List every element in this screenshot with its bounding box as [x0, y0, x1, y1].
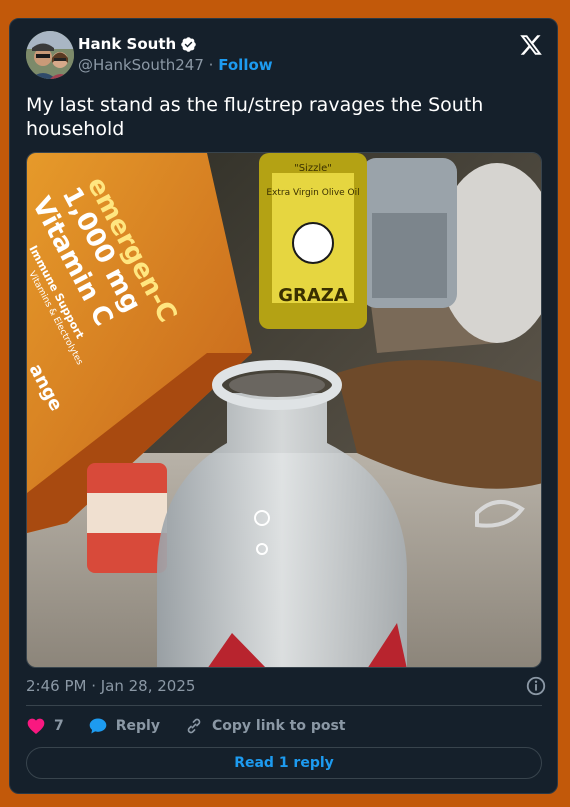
like-button[interactable]: 7	[26, 716, 64, 736]
oil-bottle-brand-text: GRAZA	[278, 285, 348, 306]
tweet-timestamp[interactable]: 2:46 PM · Jan 28, 2025	[26, 677, 195, 695]
link-icon	[187, 718, 201, 734]
like-count: 7	[54, 718, 64, 734]
read-replies-button[interactable]: Read 1 reply	[26, 747, 542, 779]
post-card: Hank South @HankSouth247 · Follow My las…	[9, 18, 558, 794]
tweet-photo[interactable]: "Sizzle" Extra Virgin Olive Oil GRAZA em…	[26, 152, 542, 668]
divider	[26, 705, 542, 706]
copy-link-label: Copy link to post	[211, 718, 346, 734]
follow-button[interactable]: Follow	[218, 56, 272, 74]
info-icon[interactable]	[525, 675, 547, 697]
verified-badge-icon	[181, 36, 196, 52]
oil-bottle-mid-text: Extra Virgin Olive Oil	[266, 188, 359, 198]
action-bar: 7 Reply Copy link to post	[26, 716, 370, 736]
x-logo-icon[interactable]	[519, 33, 543, 57]
read-replies-label: Read 1 reply	[234, 755, 334, 771]
reply-button[interactable]: Reply	[88, 716, 160, 736]
author-handle[interactable]: @HankSouth247	[78, 56, 204, 74]
heart-icon	[27, 718, 45, 734]
oil-bottle-top-text: "Sizzle"	[294, 163, 332, 174]
copy-link-button[interactable]: Copy link to post	[184, 716, 346, 736]
author-handle-row: @HankSouth247 · Follow	[78, 56, 273, 74]
handle-separator: ·	[208, 56, 214, 74]
speech-bubble-icon	[89, 718, 107, 734]
tweet-text: My last stand as the flu/strep ravages t…	[26, 94, 484, 140]
avatar[interactable]	[26, 31, 74, 79]
author-name-row: Hank South	[78, 35, 197, 53]
author-name[interactable]: Hank South	[78, 35, 176, 53]
reply-label: Reply	[115, 718, 160, 734]
